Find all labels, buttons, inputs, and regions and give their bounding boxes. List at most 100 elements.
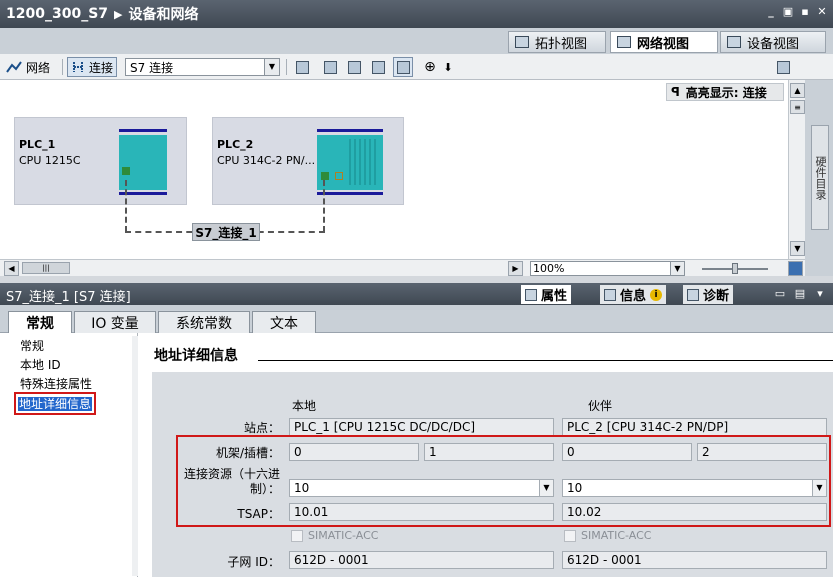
title-bar: 1200_300_S7 ▶ 设备和网络 _ ▣ ▪ ✕ [0, 0, 833, 28]
connect-mode-button[interactable]: 连接 [67, 57, 118, 77]
connection-line[interactable] [125, 180, 127, 232]
zoom-slider[interactable] [702, 263, 768, 274]
tab-device-view[interactable]: 设备视图 [720, 31, 826, 53]
toolbar-separator [286, 59, 287, 75]
show-address-button[interactable] [320, 57, 340, 77]
grid-button[interactable] [368, 57, 388, 77]
tab-info[interactable]: 信息 i [600, 285, 667, 304]
property-navigation: 常规 本地 ID 特殊连接属性 地址详细信息 [0, 333, 138, 577]
plc2-module[interactable] [317, 135, 383, 190]
overview-button[interactable] [393, 57, 413, 77]
overview-icon [396, 60, 410, 74]
device-rail [317, 129, 383, 132]
local-subnet-field: 612D - 0001 [289, 551, 554, 569]
section-title: 地址详细信息 [154, 348, 238, 364]
nav-item-local-id[interactable]: 本地 ID [20, 356, 61, 373]
view-tabs: 拓扑视图 网络视图 设备视图 [0, 28, 833, 54]
tab-diagnostics[interactable]: 诊断 [683, 285, 734, 304]
label-station: 站点： [243, 421, 280, 435]
tab-properties[interactable]: 属性 [521, 285, 572, 304]
info-badge-icon: i [650, 288, 663, 301]
network-mode-button[interactable]: 网络 [6, 57, 50, 77]
show-name-button[interactable] [292, 57, 312, 77]
scroll-thumb[interactable]: ≡ [790, 100, 805, 114]
nav-item-general[interactable]: 常规 [20, 337, 44, 354]
canvas-vertical-scrollbar[interactable]: ▲ ≡ ▼ [788, 80, 805, 259]
close-icon[interactable]: ✕ [815, 5, 829, 19]
name-icon [295, 60, 309, 74]
subtab-general[interactable]: 常规 [8, 311, 72, 334]
float-icon[interactable]: ▪ [798, 5, 812, 19]
ethernet-port-icon[interactable] [321, 172, 329, 180]
device-rail [119, 129, 167, 132]
mpi-port-icon[interactable] [335, 172, 343, 180]
hardware-catalog-tab[interactable]: 硬件目录 [811, 125, 829, 230]
device-cpu: CPU 1215C [19, 154, 81, 167]
scroll-thumb[interactable]: ||| [22, 262, 70, 274]
zoom-dropdown[interactable]: ⬇ [438, 57, 458, 77]
subtab-texts[interactable]: 文本 [252, 311, 316, 333]
grid-icon [371, 60, 385, 74]
address-icon [323, 60, 337, 74]
device-icon [727, 36, 741, 48]
local-simatic-acc-checkbox[interactable]: SIMATIC-ACC [291, 529, 378, 542]
scroll-left-icon[interactable]: ◀ [4, 261, 19, 276]
connection-label[interactable]: S7_连接_1 [192, 223, 260, 241]
collapse-icon[interactable]: ▾ [813, 287, 827, 301]
tab-network-view[interactable]: 网络视图 [610, 31, 718, 53]
overview-navigation-icon[interactable] [788, 261, 803, 276]
scroll-right-icon[interactable]: ▶ [508, 261, 523, 276]
partner-station-field: PLC_2 [CPU 314C-2 PN/DP] [562, 418, 827, 436]
subtab-io-tags[interactable]: IO 变量 [74, 311, 156, 333]
nav-item-special-properties[interactable]: 特殊连接属性 [20, 375, 92, 392]
zoom-slider-knob[interactable] [732, 263, 738, 274]
pin-icon[interactable]: ꟼ [671, 85, 680, 99]
network-icon [617, 36, 631, 48]
canvas-horizontal-scrollbar: ◀ ||| ▶ 100% ▼ [0, 259, 805, 276]
ethernet-port-icon[interactable] [122, 167, 130, 175]
scroll-down-icon[interactable]: ▼ [790, 241, 805, 256]
zoom-button[interactable]: ⊕ [420, 57, 440, 77]
network-mode-icon [6, 61, 22, 73]
breadcrumb-arrow-icon: ▶ [114, 7, 123, 21]
partner-simatic-acc-checkbox[interactable]: SIMATIC-ACC [564, 529, 651, 542]
inspector-header: S7_连接_1 [S7 连接] 属性 信息 i 诊断 ▭ ▤ ▾ [0, 283, 833, 305]
project-name: 1200_300_S7 [6, 6, 109, 22]
export-icon [776, 60, 790, 74]
tab-topology-view[interactable]: 拓扑视图 [508, 31, 606, 53]
restore-icon[interactable]: ▣ [781, 5, 795, 19]
diagnostics-icon [687, 288, 699, 301]
connection-line[interactable] [323, 180, 325, 232]
scroll-up-icon[interactable]: ▲ [790, 83, 805, 98]
nav-item-address-details[interactable]: 地址详细信息 [14, 392, 97, 415]
column-partner: 伙伴 [588, 399, 613, 413]
network-toolbar: 网络 连接 S7 连接 ▼ ⊕ ⬇ [0, 54, 833, 80]
subtab-system-constants[interactable]: 系统常数 [158, 311, 250, 333]
chevron-down-icon: ▼ [670, 262, 684, 275]
properties-icon [525, 288, 537, 301]
toolbar-separator [62, 59, 63, 75]
minimize-icon[interactable]: _ [764, 5, 778, 19]
connection-type-select[interactable]: S7 连接 ▼ [125, 58, 280, 76]
section-divider [258, 360, 833, 361]
device-name: PLC_2 [217, 138, 254, 151]
connect-mode-icon [73, 62, 83, 72]
checkbox-icon [564, 529, 576, 542]
page-title: 设备和网络 [128, 7, 199, 23]
topology-icon [515, 36, 529, 48]
layout-icon[interactable]: ▤ [793, 287, 807, 301]
page-icon [347, 60, 361, 74]
io-module [349, 139, 379, 185]
zoom-select[interactable]: 100% ▼ [530, 261, 685, 276]
page-break-button[interactable] [344, 57, 364, 77]
inspector-title: S7_连接_1 [S7 连接] [6, 290, 131, 305]
export-button[interactable] [773, 57, 793, 77]
checkbox-icon [291, 529, 303, 542]
local-station-field: PLC_1 [CPU 1215C DC/DC/DC] [289, 418, 554, 436]
column-local: 本地 [292, 399, 317, 413]
info-icon [604, 288, 616, 301]
arrow-down-icon: ⬇ [443, 60, 453, 74]
device-name: PLC_1 [19, 138, 56, 151]
highlight-bar: ꟼ 高亮显示: 连接 [666, 83, 784, 101]
float-icon[interactable]: ▭ [773, 287, 787, 301]
